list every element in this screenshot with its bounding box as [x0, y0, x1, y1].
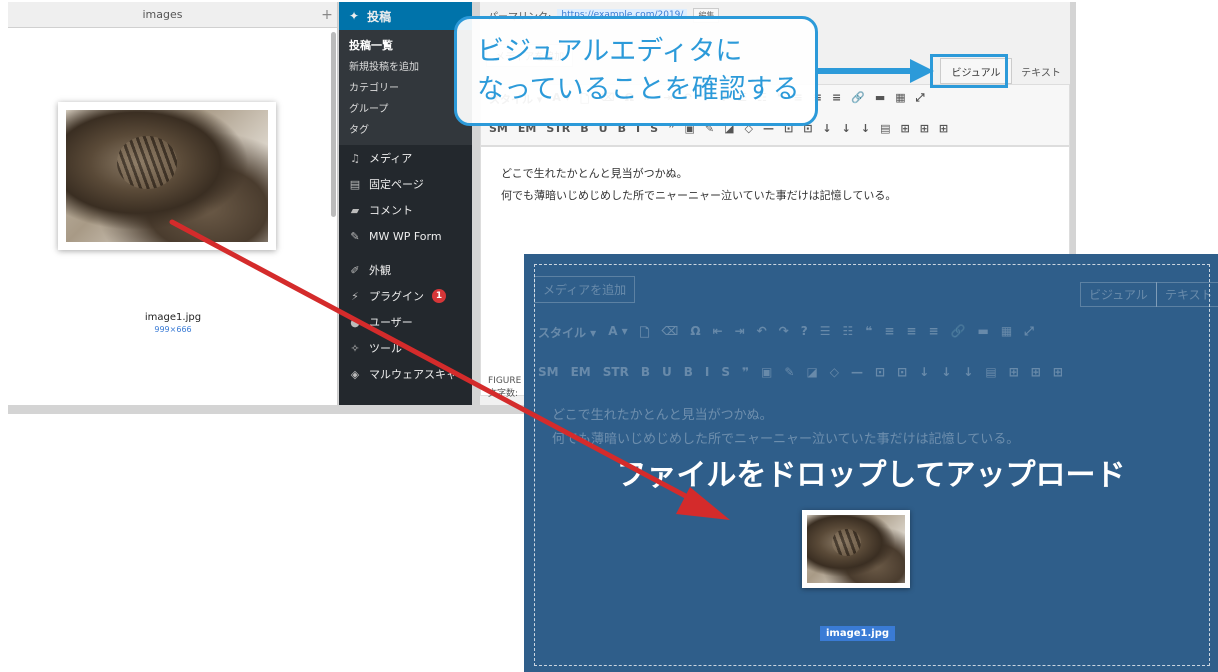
drag-arrow-head: [676, 487, 730, 520]
drag-arrow-shaft: [169, 219, 711, 511]
drag-arrow: [169, 219, 730, 520]
